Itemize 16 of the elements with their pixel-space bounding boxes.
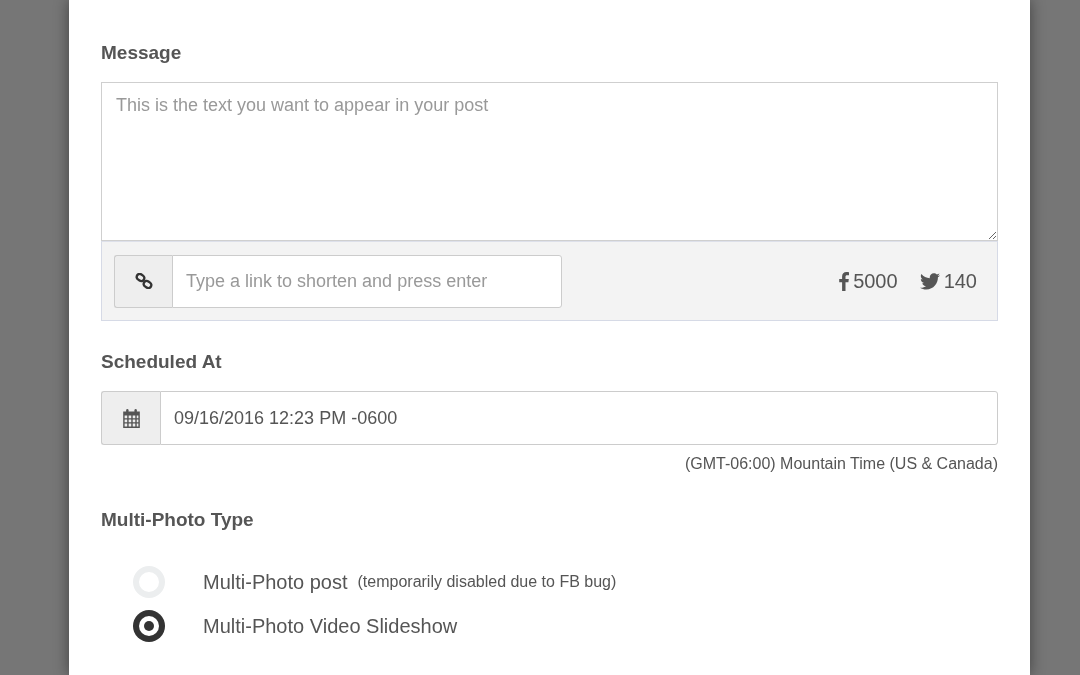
letter-f-icon: [839, 271, 850, 291]
field-label: Scheduled At: [101, 350, 223, 374]
bird-icon: [919, 272, 940, 290]
character-count: 5000: [853, 269, 898, 293]
radio-note: (temporarily disabled due to FB bug): [357, 572, 617, 592]
date-time-input[interactable]: 09/16/2016 12:23 PM -0600: [160, 391, 998, 445]
chain-link-icon: [134, 273, 153, 289]
radio-button[interactable]: [133, 610, 165, 642]
field-label: Message: [101, 41, 183, 65]
timezone-text: (GMT-06:00) Mountain Time (US & Canada): [684, 454, 998, 474]
radio-label[interactable]: Multi-Photo Video Slideshow: [203, 613, 458, 639]
calendar-icon: [121, 408, 141, 428]
field-label: Multi-Photo Type: [101, 508, 255, 532]
link-input[interactable]: Type a link to shorten and press enter: [172, 254, 562, 308]
message-textarea[interactable]: This is the text you want to appear in your post: [101, 82, 998, 241]
character-count: 140: [943, 269, 977, 293]
